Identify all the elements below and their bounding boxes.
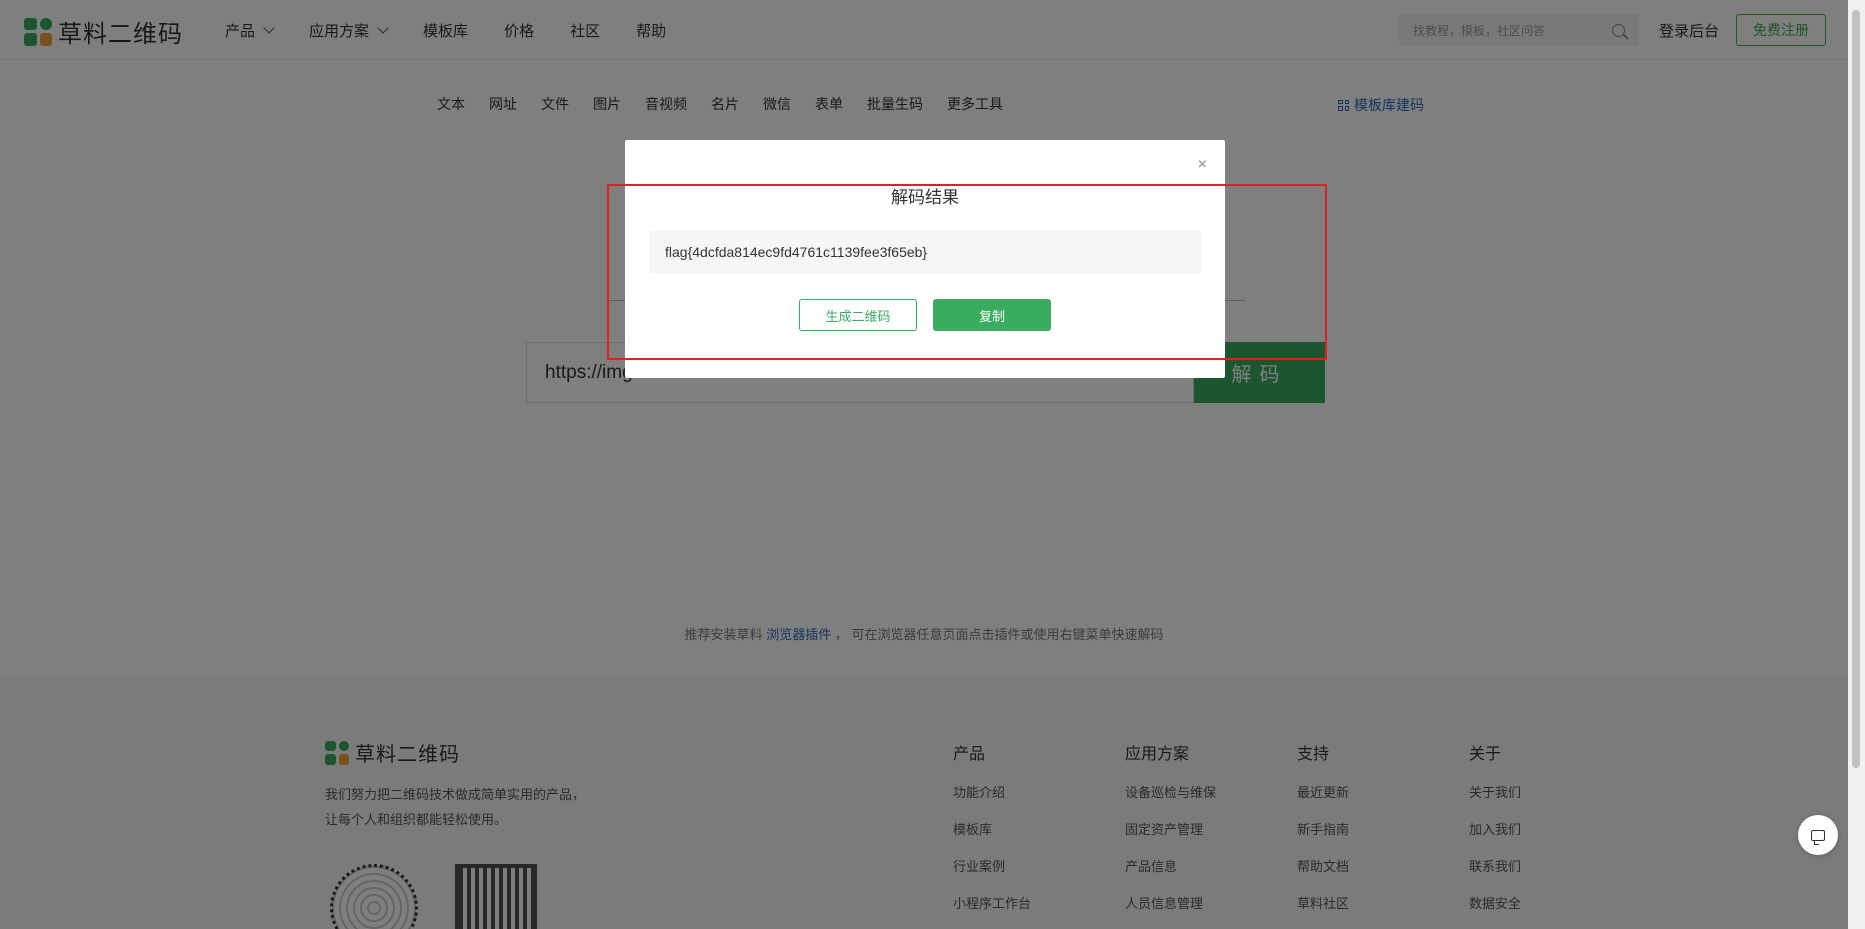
scrollbar[interactable] (1848, 0, 1865, 929)
chat-float-button[interactable] (1798, 815, 1838, 855)
scroll-thumb[interactable] (1852, 10, 1860, 768)
chat-icon (1811, 829, 1825, 845)
close-icon[interactable]: × (1198, 156, 1207, 174)
highlight-box (607, 184, 1327, 360)
